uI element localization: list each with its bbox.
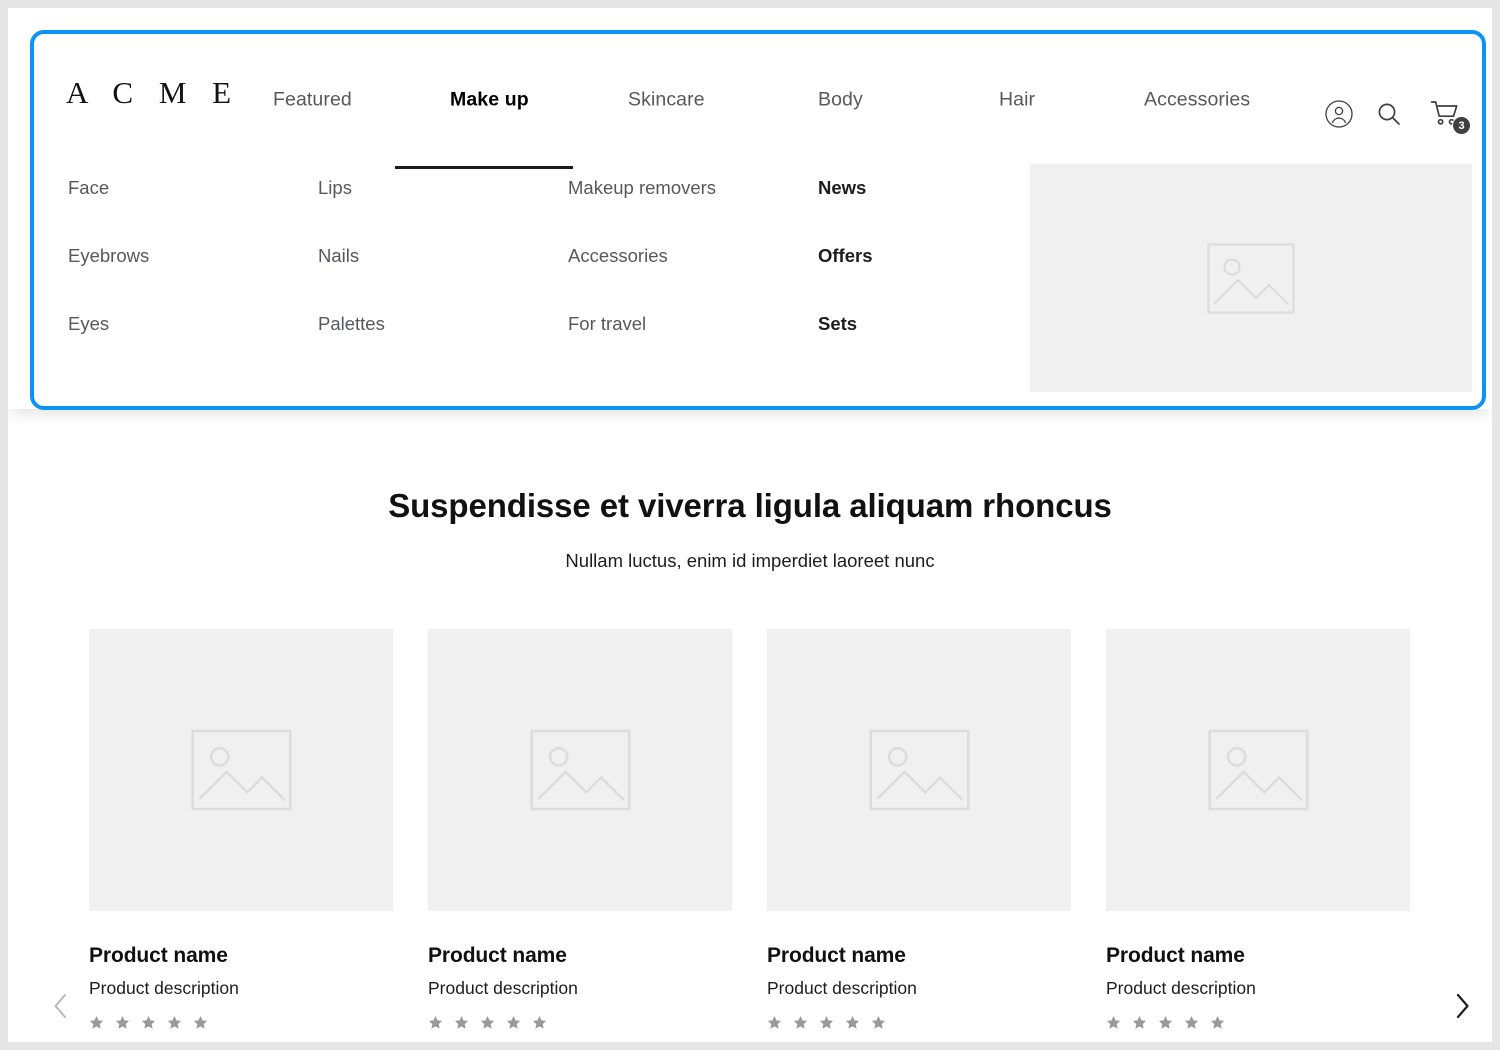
account-circle-icon[interactable] bbox=[1324, 99, 1354, 129]
product-card[interactable]: Product name Product description bbox=[767, 629, 1071, 1030]
page-sheet: A C M E Featured Make up Skincare Body Hair A… bbox=[8, 8, 1492, 1042]
mega-menu-link-eyebrows[interactable]: Eyebrows bbox=[68, 222, 308, 290]
product-description: Product description bbox=[1106, 978, 1256, 998]
mega-menu-link-nails[interactable]: Nails bbox=[318, 222, 558, 290]
nav-item-hair[interactable]: Hair bbox=[999, 89, 1035, 112]
page-title: Suspendisse et viverra ligula aliquam rh… bbox=[388, 487, 1112, 524]
product-name: Product name bbox=[89, 944, 228, 967]
active-tab-underline bbox=[395, 166, 573, 169]
site-header: A C M E Featured Make up Skincare Body Hair A… bbox=[8, 23, 1492, 169]
product-rating bbox=[428, 1015, 732, 1030]
mega-menu-link-for-travel[interactable]: For travel bbox=[568, 290, 808, 358]
chevron-left-icon[interactable] bbox=[40, 986, 80, 1026]
shopping-cart-icon[interactable]: 3 bbox=[1430, 100, 1471, 135]
mega-menu-link-lips[interactable]: Lips bbox=[318, 154, 558, 222]
product-description: Product description bbox=[428, 978, 578, 998]
nav-item-featured[interactable]: Featured bbox=[273, 89, 352, 112]
product-description: Product description bbox=[767, 978, 917, 998]
mega-menu-link-accessories[interactable]: Accessories bbox=[568, 222, 808, 290]
product-carousel: Product name Product description Product n… bbox=[8, 629, 1492, 1042]
mega-menu-link-palettes[interactable]: Palettes bbox=[318, 290, 558, 358]
product-description: Product description bbox=[89, 978, 239, 998]
mega-menu-link-face[interactable]: Face bbox=[68, 154, 308, 222]
main-content: Suspendisse et viverra ligula aliquam rh… bbox=[8, 409, 1492, 1042]
product-card[interactable]: Product name Product description bbox=[1106, 629, 1410, 1030]
nav-item-make-up[interactable]: Make up bbox=[450, 89, 529, 112]
mega-menu-link-news[interactable]: News bbox=[818, 154, 1058, 222]
mega-menu-column-2: Lips Nails Palettes bbox=[318, 154, 558, 358]
makeup-mega-menu: Face Eyebrows Eyes Lips Nails Palettes Makeup … bbox=[8, 154, 1492, 409]
chevron-right-icon[interactable] bbox=[1442, 986, 1482, 1026]
nav-item-accessories[interactable]: Accessories bbox=[1144, 89, 1250, 112]
main-navigation: Featured Make up Skincare Body Hair Accessori… bbox=[8, 23, 1492, 154]
product-card[interactable]: Product name Product description bbox=[428, 629, 732, 1030]
mega-menu-column-3: Makeup removers Accessories For travel bbox=[568, 154, 808, 358]
product-rating bbox=[767, 1015, 1071, 1030]
product-name: Product name bbox=[1106, 944, 1245, 967]
image-placeholder-icon bbox=[428, 629, 732, 911]
mega-menu-link-offers[interactable]: Offers bbox=[818, 222, 1058, 290]
image-placeholder-icon bbox=[89, 629, 393, 911]
product-rating bbox=[1106, 1015, 1410, 1030]
image-placeholder-icon bbox=[767, 629, 1071, 911]
nav-item-body[interactable]: Body bbox=[818, 89, 863, 112]
mega-menu-link-makeup-removers[interactable]: Makeup removers bbox=[568, 154, 808, 222]
product-rating bbox=[89, 1015, 393, 1030]
product-name: Product name bbox=[767, 944, 906, 967]
product-card[interactable]: Product name Product description bbox=[89, 629, 393, 1030]
search-icon[interactable] bbox=[1375, 100, 1403, 128]
mega-menu-link-eyes[interactable]: Eyes bbox=[68, 290, 308, 358]
mega-menu-promo-image[interactable] bbox=[1030, 164, 1472, 392]
product-name: Product name bbox=[428, 944, 567, 967]
cart-count-badge: 3 bbox=[1452, 116, 1471, 135]
page-subtitle: Nullam luctus, enim id imperdiet laoreet… bbox=[565, 550, 935, 571]
mega-menu-column-4: News Offers Sets bbox=[818, 154, 1058, 358]
nav-item-skincare[interactable]: Skincare bbox=[628, 89, 705, 112]
product-card-list: Product name Product description Product n… bbox=[89, 629, 1434, 1030]
mega-menu-link-sets[interactable]: Sets bbox=[818, 290, 1058, 358]
image-placeholder-icon bbox=[1106, 629, 1410, 911]
mega-menu-column-1: Face Eyebrows Eyes bbox=[68, 154, 308, 358]
